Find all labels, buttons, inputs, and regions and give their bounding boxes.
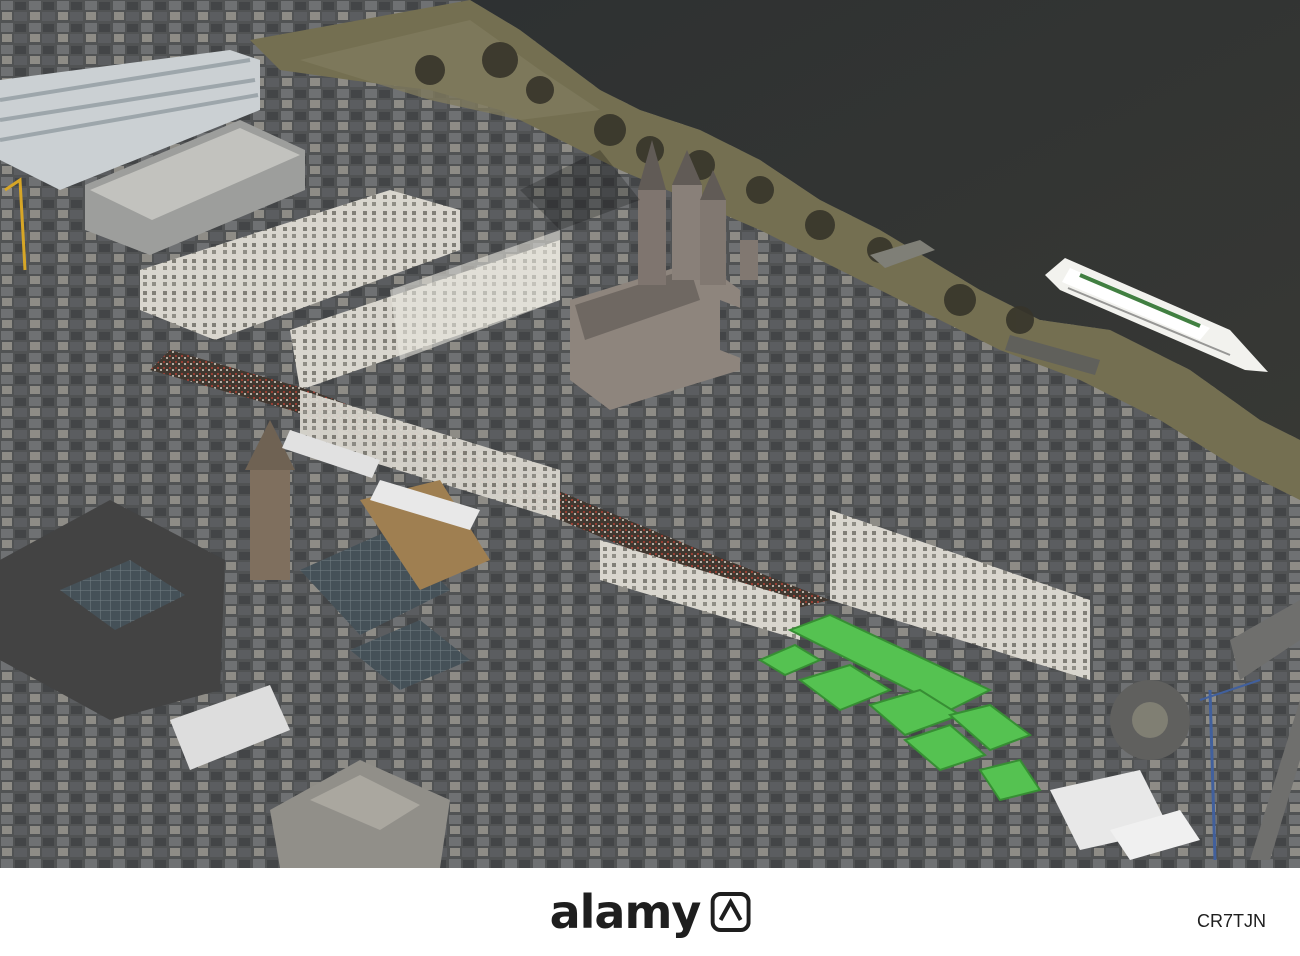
alamy-wordmark: alamy: [549, 885, 702, 939]
stock-id: CR7TJN: [1196, 911, 1266, 931]
aerial-photo-scene: [0, 0, 1300, 868]
alamy-mark-icon: [710, 892, 751, 932]
watermark-footer: alamy CR7TJN: [0, 868, 1300, 956]
aerial-photo: [0, 0, 1300, 868]
alamy-logo: alamy: [550, 885, 751, 939]
